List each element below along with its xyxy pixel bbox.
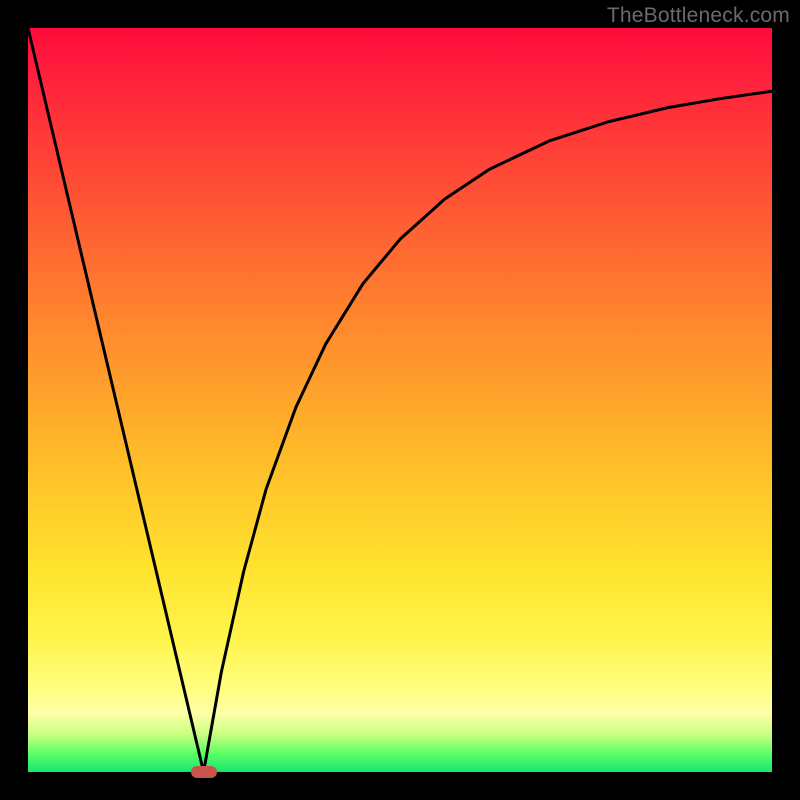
chart-frame: TheBottleneck.com: [0, 0, 800, 800]
bottleneck-curve: [28, 28, 772, 772]
minimum-marker: [191, 766, 217, 778]
curve-layer: [28, 28, 772, 772]
plot-area: [28, 28, 772, 772]
watermark-text: TheBottleneck.com: [607, 4, 790, 28]
